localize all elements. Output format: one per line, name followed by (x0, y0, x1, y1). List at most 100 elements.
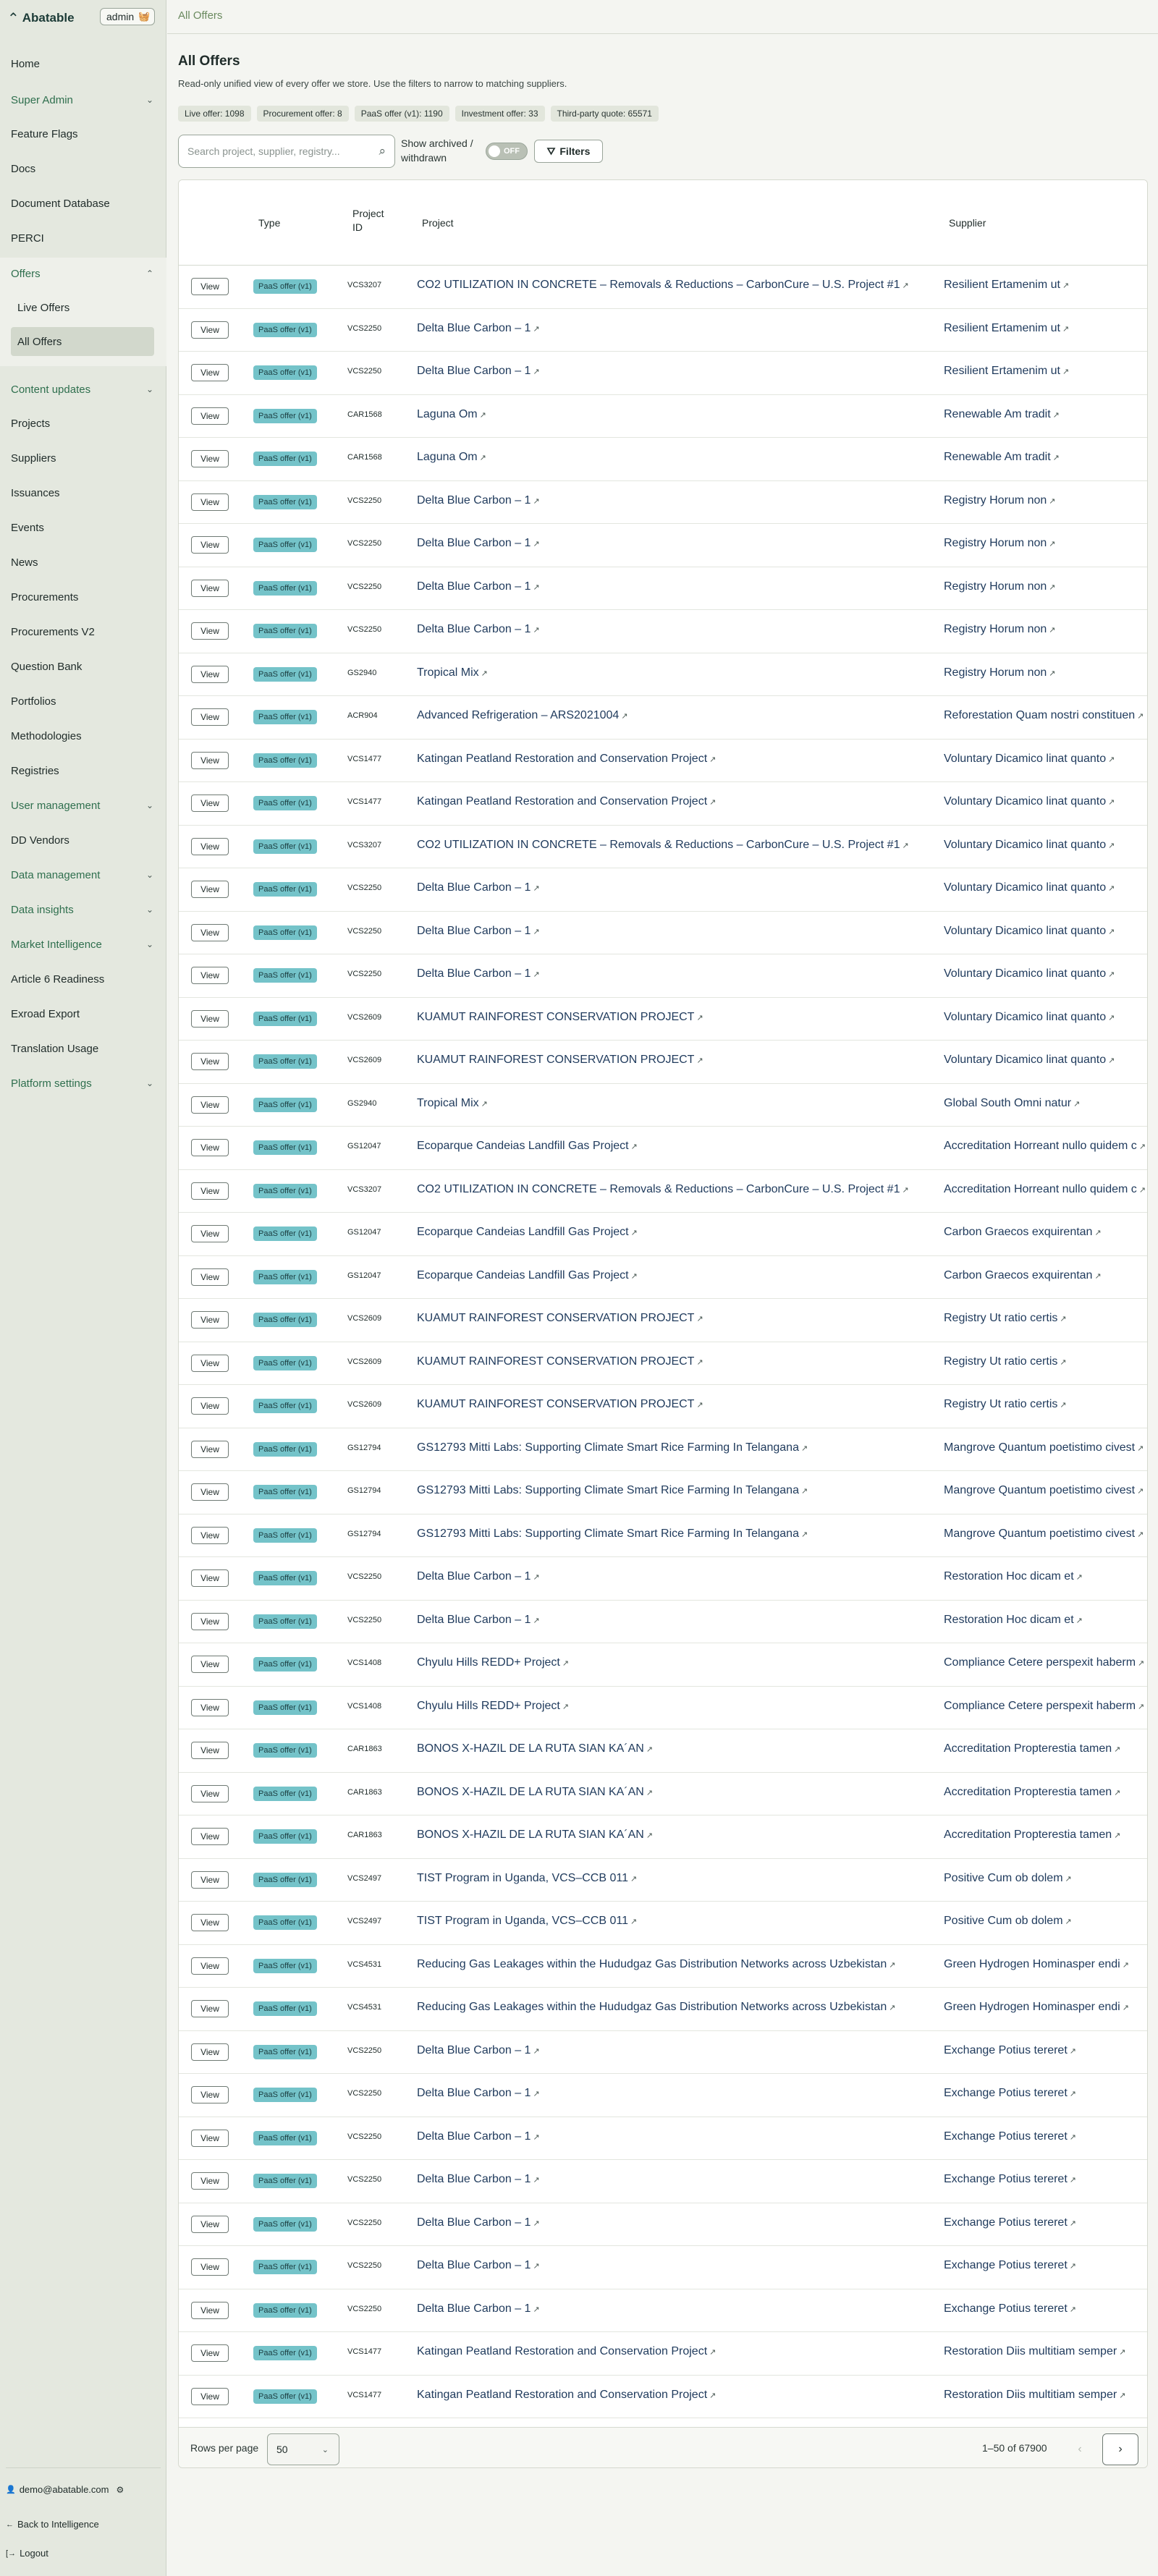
project-link[interactable]: Delta Blue Carbon – 1 ↗ (417, 537, 540, 550)
project-link[interactable]: Delta Blue Carbon – 1 ↗ (417, 2130, 540, 2143)
project-link[interactable]: CO2 UTILIZATION IN CONCRETE – Removals &… (417, 279, 909, 292)
supplier-link[interactable]: Restoration Diis multitiam semper ↗ (944, 2345, 1125, 2358)
project-link[interactable]: GS12793 Mitti Labs: Supporting Climate S… (417, 1441, 808, 1454)
project-link[interactable]: Delta Blue Carbon – 1 ↗ (417, 967, 540, 980)
supplier-link[interactable]: Exchange Potius tereret ↗ (944, 2173, 1076, 2186)
project-link[interactable]: Delta Blue Carbon – 1 ↗ (417, 2044, 540, 2057)
view-button[interactable]: View (191, 2258, 229, 2276)
sidebar-item-exroad-export[interactable]: Exroad Export (0, 999, 166, 1028)
column-header-supplier[interactable]: Supplier (949, 216, 986, 230)
supplier-link[interactable]: Green Hydrogen Hominasper endi ↗ (944, 1958, 1129, 1971)
supplier-link[interactable]: Accreditation Horreant nullo quidem c ↗ (944, 1140, 1146, 1153)
column-header-type[interactable]: Type (258, 216, 280, 230)
sidebar-item-market-intelligence[interactable]: Market Intelligence ⌄ (0, 930, 166, 959)
gear-icon[interactable]: ⚙ (116, 2485, 124, 2495)
view-button[interactable]: View (191, 2344, 229, 2362)
sidebar-item-feature-flags[interactable]: Feature Flags (0, 119, 166, 148)
project-link[interactable]: GS12793 Mitti Labs: Supporting Climate S… (417, 1528, 808, 1541)
supplier-link[interactable]: Exchange Potius tereret ↗ (944, 2087, 1076, 2100)
chevron-down-icon[interactable]: ⌄ (146, 904, 153, 915)
supplier-link[interactable]: Global South Omni natur ↗ (944, 1097, 1080, 1110)
project-link[interactable]: Delta Blue Carbon – 1 ↗ (417, 1570, 540, 1583)
view-button[interactable]: View (191, 923, 229, 941)
view-button[interactable]: View (191, 1225, 229, 1242)
chevron-down-icon[interactable]: ⌄ (146, 95, 153, 105)
supplier-link[interactable]: Accreditation Propterestia tamen ↗ (944, 1829, 1120, 1842)
project-link[interactable]: Reducing Gas Leakages within the Hududga… (417, 1958, 895, 1971)
chevron-down-icon[interactable]: ⌄ (146, 1078, 153, 1088)
supplier-link[interactable]: Registry Horum non ↗ (944, 537, 1056, 550)
sidebar-item-document-database[interactable]: Document Database (0, 189, 166, 218)
view-button[interactable]: View (191, 1828, 229, 1845)
view-button[interactable]: View (191, 2000, 229, 2017)
rows-per-page-select[interactable]: 50 ⌄ (267, 2433, 339, 2465)
supplier-link[interactable]: Positive Cum ob dolem ↗ (944, 1915, 1072, 1928)
supplier-link[interactable]: Registry Ut ratio certis ↗ (944, 1398, 1067, 1411)
supplier-link[interactable]: Exchange Potius tereret ↗ (944, 2130, 1076, 2143)
supplier-link[interactable]: Voluntary Dicamico linat quanto ↗ (944, 839, 1115, 852)
chevron-down-icon[interactable]: ⌄ (146, 939, 153, 949)
project-link[interactable]: CO2 UTILIZATION IN CONCRETE – Removals &… (417, 839, 909, 852)
project-link[interactable]: Katingan Peatland Restoration and Conser… (417, 2389, 716, 2402)
project-link[interactable]: Advanced Refrigeration – ARS2021004 ↗ (417, 709, 628, 722)
previous-page-button[interactable]: ‹ (1062, 2433, 1098, 2465)
sidebar-item-offers[interactable]: Offers ⌃ (0, 259, 166, 288)
breadcrumb[interactable]: All Offers (178, 9, 222, 22)
project-link[interactable]: Chyulu Hills REDD+ Project ↗ (417, 1656, 569, 1669)
project-link[interactable]: Delta Blue Carbon – 1 ↗ (417, 365, 540, 378)
supplier-link[interactable]: Registry Horum non ↗ (944, 580, 1056, 593)
sidebar-item-data-insights[interactable]: Data insights ⌄ (0, 895, 166, 924)
project-link[interactable]: Delta Blue Carbon – 1 ↗ (417, 623, 540, 636)
supplier-link[interactable]: Voluntary Dicamico linat quanto ↗ (944, 925, 1115, 938)
sidebar-subitem-live-offers[interactable]: Live Offers (11, 293, 154, 322)
project-link[interactable]: Delta Blue Carbon – 1 ↗ (417, 580, 540, 593)
sidebar-item-content-updates[interactable]: Content updates ⌄ (0, 375, 166, 404)
project-link[interactable]: Delta Blue Carbon – 1 ↗ (417, 1614, 540, 1627)
project-link[interactable]: Delta Blue Carbon – 1 ↗ (417, 2216, 540, 2229)
project-link[interactable]: BONOS X-HAZIL DE LA RUTA SIAN KA´AN ↗ (417, 1829, 653, 1842)
supplier-link[interactable]: Exchange Potius tereret ↗ (944, 2259, 1076, 2272)
project-link[interactable]: KUAMUT RAINFOREST CONSERVATION PROJECT ↗ (417, 1398, 703, 1411)
view-button[interactable]: View (191, 407, 229, 425)
sidebar-item-methodologies[interactable]: Methodologies (0, 721, 166, 750)
project-link[interactable]: Katingan Peatland Restoration and Conser… (417, 795, 716, 808)
project-link[interactable]: CO2 UTILIZATION IN CONCRETE – Removals &… (417, 1183, 909, 1196)
view-button[interactable]: View (191, 2086, 229, 2103)
sidebar-item-translation-usage[interactable]: Translation Usage (0, 1034, 166, 1063)
supplier-link[interactable]: Exchange Potius tereret ↗ (944, 2302, 1076, 2316)
sidebar-item-docs[interactable]: Docs (0, 154, 166, 183)
project-link[interactable]: Delta Blue Carbon – 1 ↗ (417, 925, 540, 938)
project-link[interactable]: Ecoparque Candeias Landfill Gas Project ↗ (417, 1140, 638, 1153)
supplier-link[interactable]: Registry Ut ratio certis ↗ (944, 1355, 1067, 1368)
view-button[interactable]: View (191, 321, 229, 339)
project-link[interactable]: Tropical Mix ↗ (417, 666, 488, 679)
sidebar-item-events[interactable]: Events (0, 513, 166, 542)
project-link[interactable]: KUAMUT RAINFOREST CONSERVATION PROJECT ↗ (417, 1312, 703, 1325)
view-button[interactable]: View (191, 2215, 229, 2233)
supplier-link[interactable]: Carbon Graecos exquirentan ↗ (944, 1226, 1102, 1239)
project-link[interactable]: Katingan Peatland Restoration and Conser… (417, 753, 716, 766)
supplier-link[interactable]: Registry Ut ratio certis ↗ (944, 1312, 1067, 1325)
supplier-link[interactable]: Accreditation Horreant nullo quidem c ↗ (944, 1183, 1146, 1196)
supplier-link[interactable]: Carbon Graecos exquirentan ↗ (944, 1269, 1102, 1282)
view-button[interactable]: View (191, 493, 229, 511)
view-button[interactable]: View (191, 881, 229, 898)
project-link[interactable]: BONOS X-HAZIL DE LA RUTA SIAN KA´AN ↗ (417, 1742, 653, 1755)
project-link[interactable]: Delta Blue Carbon – 1 ↗ (417, 881, 540, 894)
sidebar-item-super-admin[interactable]: Super Admin ⌄ (0, 85, 166, 114)
view-button[interactable]: View (191, 364, 229, 381)
supplier-link[interactable]: Resilient Ertamenim ut ↗ (944, 279, 1069, 292)
view-button[interactable]: View (191, 2387, 229, 2405)
project-link[interactable]: Chyulu Hills REDD+ Project ↗ (417, 1700, 569, 1713)
supplier-link[interactable]: Registry Horum non ↗ (944, 623, 1056, 636)
project-link[interactable]: Laguna Om ↗ (417, 408, 486, 421)
sidebar-item-question-bank[interactable]: Question Bank (0, 652, 166, 681)
view-button[interactable]: View (191, 1182, 229, 1200)
view-button[interactable]: View (191, 1397, 229, 1415)
view-button[interactable]: View (191, 1096, 229, 1114)
view-button[interactable]: View (191, 1311, 229, 1329)
view-button[interactable]: View (191, 1354, 229, 1372)
project-link[interactable]: KUAMUT RAINFOREST CONSERVATION PROJECT ↗ (417, 1011, 703, 1024)
view-button[interactable]: View (191, 579, 229, 597)
view-button[interactable]: View (191, 751, 229, 769)
